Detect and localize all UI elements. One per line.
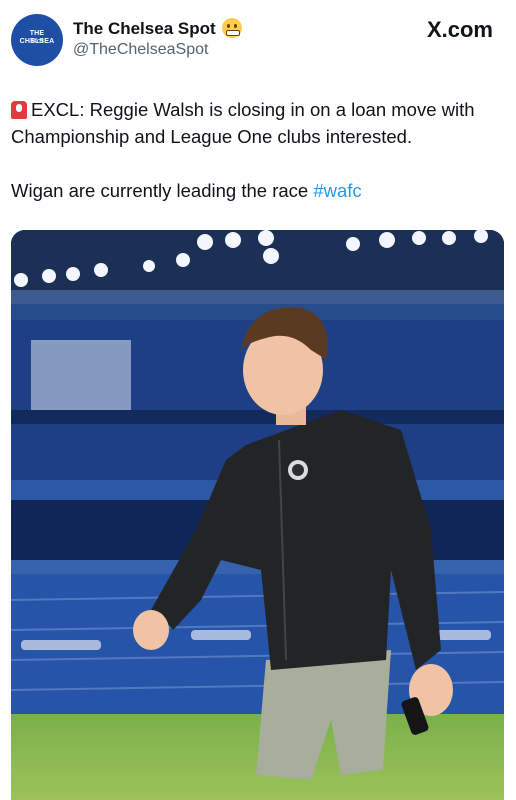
tweet-header: THE CHELSEA SPOT The Chelsea Spot @TheCh…: [0, 0, 516, 80]
player-photo-image: [11, 230, 504, 800]
tweet-body: EXCL: Reggie Walsh is closing in on a lo…: [11, 96, 507, 204]
display-name[interactable]: The Chelsea Spot: [73, 19, 216, 39]
avatar-badge-sub: SPOT: [30, 39, 44, 45]
x-logo[interactable]: X.com: [427, 17, 493, 43]
avatar[interactable]: THE CHELSEA SPOT: [11, 14, 63, 66]
tweet-line-2: Wigan are currently leading the race #wa…: [11, 180, 362, 201]
tweet-line-1: EXCL: Reggie Walsh is closing in on a lo…: [11, 99, 475, 147]
tweet-photo[interactable]: [11, 230, 504, 800]
user-handle[interactable]: @TheChelseaSpot: [73, 41, 208, 59]
hashtag-link[interactable]: #wafc: [313, 180, 361, 201]
grimacing-face-icon: [222, 18, 242, 38]
police-light-icon: [11, 101, 27, 119]
